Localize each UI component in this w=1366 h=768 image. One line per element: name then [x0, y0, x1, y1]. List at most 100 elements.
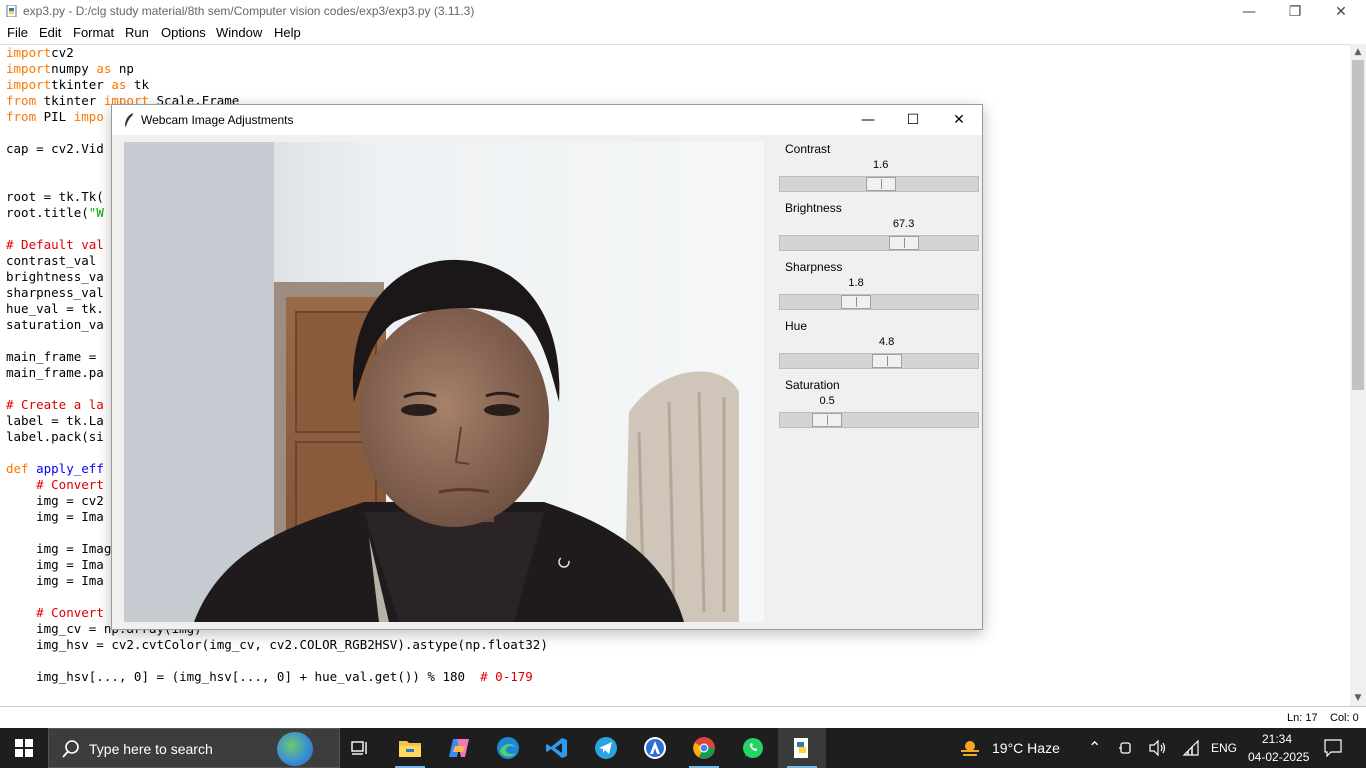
code-line: label.pack(si	[6, 429, 104, 445]
code-token: tkinter	[51, 77, 112, 92]
code-line: img = Ima	[6, 573, 104, 589]
slider-label: Sharpness	[785, 260, 843, 274]
clock-time[interactable]: 21:34	[1262, 732, 1292, 746]
code-token: np	[111, 61, 134, 76]
code-line: cap = cv2.Vid	[6, 141, 104, 157]
code-token: img = Ima	[6, 557, 104, 572]
code-token: img_hsv[..., 0] = (img_hsv[..., 0] + hue…	[6, 669, 481, 684]
slider-label: Contrast	[785, 142, 831, 156]
code-line: importtkinter as tk	[6, 77, 149, 93]
slider-trough[interactable]	[779, 235, 979, 251]
tk-window-title: Webcam Image Adjustments	[141, 113, 294, 127]
code-token: tk	[126, 77, 150, 92]
network-icon[interactable]	[1182, 740, 1200, 756]
notification-icon[interactable]	[1324, 739, 1342, 757]
chrome-icon[interactable]	[680, 728, 728, 768]
tk-titlebar: Webcam Image Adjustments — ☐ ✕	[112, 105, 982, 135]
slider-handle[interactable]	[841, 295, 872, 309]
code-token: main_frame.pa	[6, 365, 104, 380]
weather-text[interactable]: 19°C Haze	[992, 740, 1060, 756]
menu-help[interactable]: Help	[274, 25, 301, 40]
store-app-icon[interactable]	[631, 728, 679, 768]
haze-weather-icon[interactable]	[958, 736, 982, 760]
telegram-icon[interactable]	[582, 728, 630, 768]
code-token: as	[96, 61, 112, 76]
idle-statusbar: Ln: 17 Col: 0	[0, 706, 1366, 728]
tk-feather-icon	[125, 112, 134, 127]
slider-sharpness: Sharpness 1.8	[779, 260, 979, 318]
volume-icon[interactable]	[1149, 740, 1167, 756]
system-tray: 19°C Haze ⌃ ENG 21:34 04-02-2025	[950, 728, 1366, 768]
menu-edit[interactable]: Edit	[39, 25, 61, 40]
menu-options[interactable]: Options	[161, 25, 206, 40]
code-token: root.title(	[6, 205, 89, 220]
code-token: import	[6, 77, 52, 92]
code-line: contrast_val	[6, 253, 104, 269]
slider-handle[interactable]	[865, 177, 896, 191]
code-token: impo	[73, 109, 104, 124]
clock-date[interactable]: 04-02-2025	[1248, 750, 1309, 764]
status-line: Ln: 17	[1287, 712, 1318, 724]
code-token: numpy	[51, 61, 97, 76]
vertical-scrollbar[interactable]: ▲ ▼	[1350, 44, 1366, 706]
slider-value: 1.8	[848, 277, 864, 289]
scrollbar-thumb[interactable]	[1352, 60, 1364, 390]
minimize-button[interactable]: —	[1226, 0, 1272, 23]
code-token: # Default val	[6, 237, 104, 252]
search-icon	[62, 740, 79, 758]
close-button[interactable]: ✕	[1318, 0, 1364, 23]
slider-saturation: Saturation 0.5	[779, 378, 979, 436]
python-idle-icon[interactable]	[778, 728, 826, 768]
webcam-image	[124, 142, 764, 622]
tk-minimize-button[interactable]: —	[845, 105, 891, 135]
slider-value: 0.5	[819, 395, 835, 407]
slider-trough[interactable]	[779, 294, 979, 310]
restore-button[interactable]: ❐	[1272, 0, 1318, 23]
tk-maximize-button[interactable]: ☐	[890, 105, 936, 135]
code-line: # Create a la	[6, 397, 104, 413]
taskbar-search-box[interactable]: Type here to search	[48, 728, 340, 768]
menu-window[interactable]: Window	[216, 25, 262, 40]
menu-format[interactable]: Format	[73, 25, 114, 40]
windows-start-icon[interactable]	[0, 728, 48, 768]
language-indicator[interactable]: ENG	[1211, 741, 1237, 755]
status-col: Col: 0	[1330, 712, 1359, 724]
tk-close-button[interactable]: ✕	[936, 105, 982, 135]
code-token: cv2	[51, 45, 74, 60]
code-token: import	[6, 61, 52, 76]
code-token: def	[6, 461, 29, 476]
slider-trough[interactable]	[779, 412, 979, 428]
slider-label: Saturation	[785, 378, 840, 392]
edge-icon[interactable]	[484, 728, 532, 768]
scroll-up-arrow-icon[interactable]: ▲	[1350, 44, 1366, 60]
copilot-icon[interactable]	[435, 728, 483, 768]
code-token: # Convert	[36, 477, 104, 492]
task-view-icon[interactable]	[337, 728, 385, 768]
slider-label: Brightness	[785, 201, 842, 215]
slider-handle[interactable]	[888, 236, 919, 250]
menu-file[interactable]: File	[7, 25, 28, 40]
scroll-down-arrow-icon[interactable]: ▼	[1350, 690, 1366, 706]
code-line: img = Imag	[6, 541, 111, 557]
file-explorer-icon[interactable]	[386, 728, 434, 768]
code-line: label = tk.La	[6, 413, 104, 429]
code-line: sharpness_val	[6, 285, 104, 301]
vscode-icon[interactable]	[533, 728, 581, 768]
tk-window: Webcam Image Adjustments — ☐ ✕ Contrast …	[111, 104, 983, 630]
slider-hue: Hue 4.8	[779, 319, 979, 377]
menu-run[interactable]: Run	[125, 25, 149, 40]
slider-value: 1.6	[873, 159, 889, 171]
code-token: as	[111, 77, 127, 92]
code-line: def apply_eff	[6, 461, 104, 477]
slider-handle[interactable]	[812, 413, 843, 427]
slider-handle[interactable]	[871, 354, 902, 368]
meet-now-icon[interactable]	[1118, 740, 1134, 756]
search-highlight-icon[interactable]	[277, 732, 313, 766]
code-line: img = Ima	[6, 509, 104, 525]
code-line: saturation_va	[6, 317, 104, 333]
whatsapp-icon[interactable]	[729, 728, 777, 768]
chevron-up-icon[interactable]: ⌃	[1088, 738, 1101, 758]
code-token: img = Ima	[6, 573, 104, 588]
